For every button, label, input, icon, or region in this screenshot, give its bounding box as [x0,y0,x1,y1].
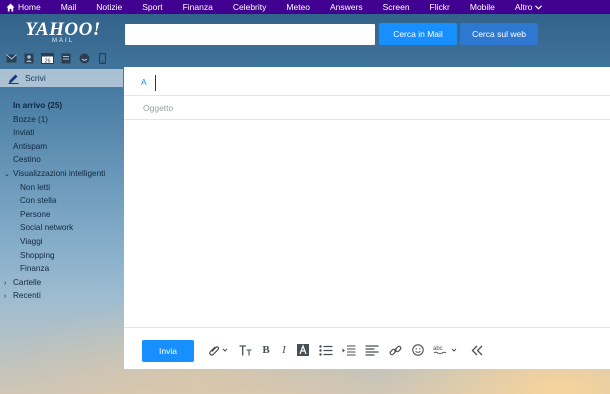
spellcheck-label: abc [433,346,443,352]
bullet-list-icon[interactable] [318,342,334,358]
nav-mail[interactable]: Mail [61,0,85,14]
chevron-right-icon: › [4,293,7,301]
smart-view-shopping[interactable]: Shopping [0,249,123,263]
compose-toolbar: Invia B I abc [124,327,610,370]
nav-altro-label: Altro [514,2,533,12]
collapse-icon[interactable] [469,342,485,358]
bold-icon[interactable]: B [259,342,273,358]
attachment-icon[interactable] [206,342,230,358]
smart-view-social[interactable]: Social network [0,221,123,235]
folder-trash[interactable]: Cestino [0,153,123,167]
compose-button[interactable]: Scrivi [0,69,123,87]
search-web-button[interactable]: Cerca sul web [460,23,538,45]
to-label: A [141,77,147,87]
indent-icon[interactable] [341,342,357,358]
align-icon[interactable] [364,342,380,358]
calendar-icon[interactable]: 26 [41,52,54,64]
recent-group-toggle[interactable]: › Recenti [0,289,123,303]
emoji-icon[interactable] [410,342,426,358]
smart-views-label: Visualizzazioni intelligenti [13,168,106,178]
logo-main: YAHOO! [25,19,101,40]
messenger-icon[interactable] [78,52,90,64]
to-row: A [124,67,610,96]
calendar-day: 26 [44,58,50,64]
recent-group-label: Recenti [13,291,41,301]
folders-group-label: Cartelle [13,277,42,287]
chevron-right-icon: › [4,279,7,287]
search-input[interactable] [125,24,375,45]
mail-icon[interactable] [5,52,17,64]
nav-screen[interactable]: Screen [383,0,418,14]
compose-panel: A Invia B I ab [124,67,610,369]
compose-label: Scrivi [25,73,46,83]
folder-inbox[interactable]: In arrivo (25) [0,99,123,113]
nav-finanza[interactable]: Finanza [183,0,221,14]
font-size-icon[interactable] [237,342,253,358]
smart-view-travel[interactable]: Viaggi [0,235,123,249]
to-input[interactable] [155,75,591,91]
home-icon [6,2,15,12]
smart-views-toggle[interactable]: ⌄ Visualizzazioni intelligenti [0,167,123,181]
italic-icon[interactable]: I [278,342,290,358]
nav-altro[interactable]: Altro [515,0,550,14]
nav-meteo[interactable]: Meteo [286,0,318,14]
folder-sent[interactable]: Inviati [0,126,123,140]
top-nav: Home Mail Notizie Sport Finanza Celebrit… [0,0,610,14]
subject-row [124,95,610,120]
nav-sport[interactable]: Sport [142,0,170,14]
subject-input[interactable] [141,100,585,116]
folder-spam[interactable]: Antispam [0,140,123,154]
pencil-icon [8,73,19,84]
spellcheck-icon[interactable]: abc [433,342,459,358]
search-mail-button[interactable]: Cerca in Mail [379,23,457,45]
link-icon[interactable] [387,342,403,358]
nav-flickr[interactable]: Flickr [430,0,458,14]
contacts-icon[interactable] [23,52,35,64]
message-body[interactable] [124,120,610,326]
smart-view-finance[interactable]: Finanza [0,262,123,276]
nav-notizie[interactable]: Notizie [96,0,130,14]
nav-celebrity[interactable]: Celebrity [233,0,275,14]
folders-group-toggle[interactable]: › Cartelle [0,276,123,290]
nav-answers[interactable]: Answers [330,0,371,14]
folder-list: In arrivo (25) Bozze (1) Inviati Antispa… [0,99,123,303]
chevron-down-icon: ⌄ [4,170,10,178]
nav-mobile[interactable]: Mobile [470,0,503,14]
nav-home[interactable]: Home [0,0,49,14]
text-color-icon[interactable] [296,342,310,358]
nav-home-label: Home [18,2,41,12]
yahoo-mail-logo[interactable]: YAHOO! MAIL [18,19,108,45]
smart-view-people[interactable]: Persone [0,208,123,222]
notepad-icon[interactable] [60,52,72,64]
mobile-icon[interactable] [96,52,108,64]
chevron-down-icon [535,4,543,10]
smart-view-starred[interactable]: Con stella [0,194,123,208]
folder-drafts[interactable]: Bozze (1) [0,113,123,127]
app-switcher: 26 [5,51,108,65]
send-button[interactable]: Invia [142,340,194,362]
smart-view-unread[interactable]: Non letti [0,181,123,195]
